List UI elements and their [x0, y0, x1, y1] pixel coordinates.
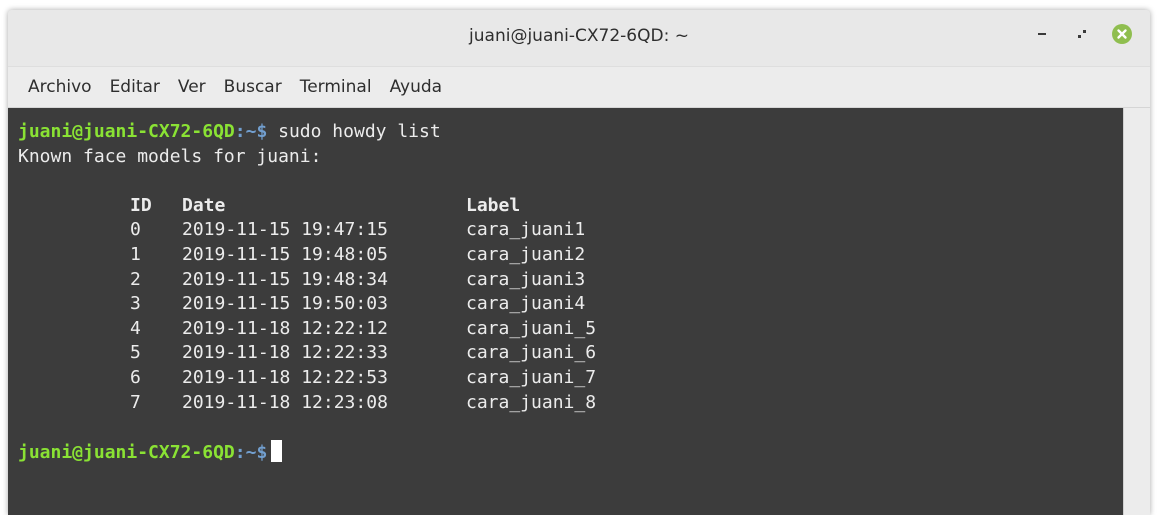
row-id: 3 — [130, 293, 141, 315]
row-date: 2019-11-18 12:22:12 — [182, 317, 388, 339]
row-label: cara_juani_5 — [466, 317, 597, 339]
prompt-path: :~ — [234, 121, 257, 142]
final-prompt-dollar: $ — [256, 441, 268, 463]
row-date: 2019-11-15 19:50:03 — [182, 293, 388, 315]
row-date: 2019-11-18 12:22:53 — [182, 366, 388, 388]
column-header-label: Label — [466, 194, 521, 216]
table-row: 0 2019-11-15 19:47:15 cara_juani1 — [18, 218, 1124, 243]
menu-bar: Archivo Editar Ver Buscar Terminal Ayuda — [8, 67, 1150, 108]
final-prompt-user-host: juani@juani-CX72-6QD — [18, 441, 235, 463]
title-bar[interactable]: juani@juani-CX72-6QD: ~ — [8, 10, 1150, 67]
final-prompt-path: :~ — [234, 441, 257, 463]
table-row: 4 2019-11-18 12:22:12 cara_juani_5 — [18, 317, 1124, 342]
menu-terminal[interactable]: Terminal — [300, 77, 372, 97]
command-text: sudo howdy list — [267, 121, 441, 142]
row-id: 1 — [130, 243, 141, 265]
prompt-dollar: $ — [256, 121, 268, 142]
row-label: cara_juani1 — [466, 219, 586, 241]
prompt-user-host: juani@juani-CX72-6QD — [18, 121, 235, 142]
close-icon — [1111, 23, 1133, 50]
row-date: 2019-11-15 19:48:05 — [182, 243, 388, 265]
terminal-window: juani@juani-CX72-6QD: ~ Archivo Editar V… — [8, 10, 1150, 515]
table-row: 1 2019-11-15 19:48:05 cara_juani2 — [18, 243, 1124, 268]
row-id: 2 — [130, 268, 141, 290]
row-label: cara_juani_7 — [466, 366, 597, 388]
row-label: cara_juani_6 — [466, 342, 597, 364]
terminal-area: juani@juani-CX72-6QD:~$ sudo howdy list K… — [8, 108, 1150, 515]
menu-archivo[interactable]: Archivo — [28, 77, 92, 97]
row-id: 5 — [130, 342, 141, 364]
close-button[interactable] — [1108, 23, 1136, 50]
terminal-output[interactable]: juani@juani-CX72-6QD:~$ sudo howdy list K… — [8, 108, 1124, 515]
table-row: 5 2019-11-18 12:22:33 cara_juani_6 — [18, 341, 1124, 366]
window-title: juani@juani-CX72-6QD: ~ — [469, 26, 689, 46]
column-header-date: Date — [182, 194, 226, 216]
row-id: 7 — [130, 391, 141, 413]
final-prompt-line: juani@juani-CX72-6QD:~$ — [18, 439, 1124, 465]
minimize-icon — [1036, 27, 1048, 45]
row-label: cara_juani2 — [466, 243, 586, 265]
command-line: juani@juani-CX72-6QD:~$ sudo howdy list — [18, 120, 1124, 145]
row-label: cara_juani4 — [466, 293, 586, 315]
menu-buscar[interactable]: Buscar — [224, 77, 282, 97]
row-date: 2019-11-15 19:47:15 — [182, 219, 388, 241]
window-controls — [1016, 23, 1136, 50]
menu-editar[interactable]: Editar — [110, 77, 160, 97]
maximize-button[interactable] — [1068, 24, 1096, 48]
maximize-icon — [1075, 27, 1089, 46]
menu-ayuda[interactable]: Ayuda — [390, 77, 443, 97]
menu-ver[interactable]: Ver — [178, 77, 206, 97]
text-cursor — [271, 439, 283, 462]
row-id: 0 — [130, 219, 141, 241]
row-id: 6 — [130, 366, 141, 388]
row-date: 2019-11-15 19:48:34 — [182, 268, 388, 290]
row-label: cara_juani_8 — [466, 391, 597, 413]
row-id: 4 — [130, 317, 141, 339]
row-date: 2019-11-18 12:23:08 — [182, 391, 388, 413]
column-header-id: ID — [130, 194, 152, 216]
row-date: 2019-11-18 12:22:33 — [182, 342, 388, 364]
table-row: 2 2019-11-15 19:48:34 cara_juani3 — [18, 268, 1124, 293]
table-row: 3 2019-11-15 19:50:03 cara_juani4 — [18, 292, 1124, 317]
table-row: 6 2019-11-18 12:22:53 cara_juani_7 — [18, 366, 1124, 391]
row-label: cara_juani3 — [466, 268, 586, 290]
vertical-scrollbar[interactable] — [1123, 108, 1150, 515]
minimize-button[interactable] — [1028, 24, 1056, 48]
output-header-line: Known face models for juani: — [18, 145, 322, 167]
table-header-row: ID Date Label — [18, 194, 1124, 219]
table-row: 7 2019-11-18 12:23:08 cara_juani_8 — [18, 391, 1124, 416]
